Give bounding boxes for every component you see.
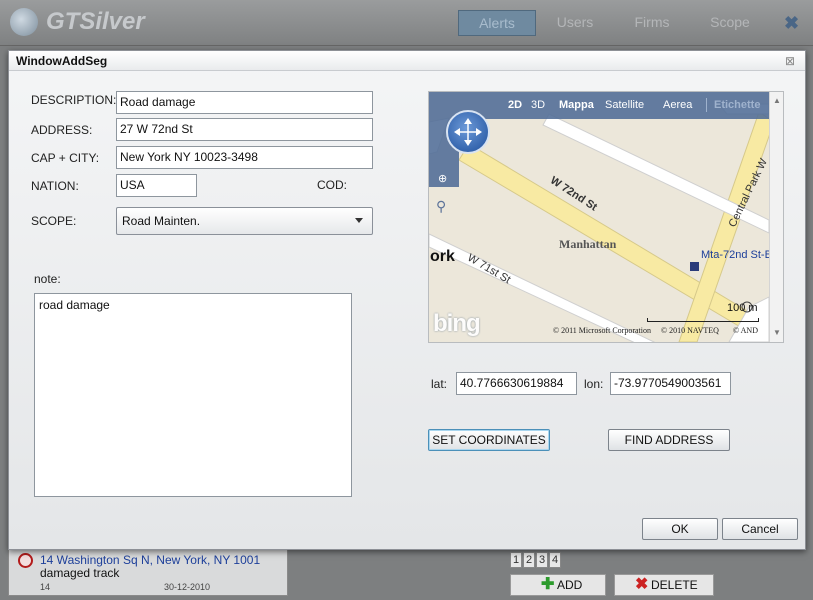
map-search-icon[interactable]: ⚲ [436,198,446,215]
cod-label: COD: [317,178,347,192]
scope-select[interactable]: Road Mainten. [116,207,373,235]
map-scale-label: 100 m [727,302,758,314]
map-option-satellite[interactable]: Satellite [605,99,644,111]
lon-label: lon: [584,377,604,391]
scroll-down-icon[interactable]: ▼ [773,328,781,337]
alert-icon [18,553,33,568]
cap-city-field[interactable]: New York NY 10023-3498 [116,146,373,169]
map-copyright-and: © AND [733,326,758,335]
ok-button[interactable]: OK [642,518,718,540]
plus-icon: ✚ [541,576,555,593]
delete-x-icon: ✖ [635,576,649,593]
lat-label: lat: [431,377,448,391]
nav-alerts[interactable]: Alerts [458,10,536,36]
app-close-icon[interactable]: ✖ [784,13,799,34]
address-label: ADDRESS: [31,123,93,137]
alert-number: 14 [40,582,51,592]
app-title: GTSilver [46,8,145,35]
map-label-manhattan: Manhattan [559,237,617,251]
alert-description: damaged track [40,566,120,580]
cap-city-label: CAP + CITY: [31,151,100,165]
address-field[interactable]: 27 W 72nd St [116,118,373,141]
lon-field[interactable]: -73.9770549003561 [610,372,731,395]
nation-field[interactable]: USA [116,174,197,197]
map-view[interactable]: W 72nd St W 71st St Central Park W Manha… [428,91,784,343]
map-option-mappa[interactable]: Mappa [559,99,594,111]
nation-label: NATION: [31,179,79,193]
map-label-station: Mta-72nd St-B, [701,249,775,261]
nav-firms[interactable]: Firms [622,10,682,36]
chevron-down-icon [355,218,363,223]
description-label: DESCRIPTION: [31,93,117,107]
map-label-york: ork [430,248,455,265]
app-header: GTSilver Alerts Users Firms Scope ✖ [0,0,813,46]
cancel-button[interactable]: Cancel [722,518,798,540]
alert-date: 30-12-2010 [164,582,211,592]
map-option-3d[interactable]: 3D [531,99,545,111]
zoom-in-icon[interactable]: ⊕ [438,172,447,185]
dialog-close-icon[interactable]: ⊠ [785,54,795,68]
map-option-aerea[interactable]: Aerea [663,99,692,111]
map-scrollbar[interactable]: ▲ ▼ [769,92,783,342]
app-logo-icon [10,8,38,36]
find-address-button[interactable]: FIND ADDRESS [608,429,730,451]
delete-button[interactable]: ✖ DELETE [614,574,714,596]
set-coordinates-button[interactable]: SET COORDINATES [428,429,550,451]
map-copyright-microsoft: © 2011 Microsoft Corporation [553,326,651,335]
page-2-button[interactable]: 2 [523,552,535,568]
dialog-titlebar[interactable]: WindowAddSeg ⊠ [9,51,805,71]
page-4-button[interactable]: 4 [549,552,561,568]
bing-logo: bing [433,310,481,337]
map-option-2d[interactable]: 2D [508,99,522,111]
map-option-etichette[interactable]: Etichette [714,99,760,111]
scope-select-value: Road Mainten. [122,214,201,228]
map-copyright-navteq: © 2010 NAVTEQ [661,326,719,335]
note-label: note: [34,272,61,286]
scroll-up-icon[interactable]: ▲ [773,96,781,105]
pager: 1 2 3 4 [510,552,561,568]
map-compass-icon[interactable] [446,110,490,154]
alert-address-link[interactable]: 14 Washington Sq N, New York, NY 1001 [40,553,266,567]
description-field[interactable]: Road damage [116,91,373,114]
compass-arrows-icon [454,118,482,146]
note-textarea[interactable]: road damage [34,293,352,497]
dialog-title: WindowAddSeg [16,54,108,68]
scope-label: SCOPE: [31,214,77,228]
page-3-button[interactable]: 3 [536,552,548,568]
nav-scope[interactable]: Scope [700,10,760,36]
page-1-button[interactable]: 1 [510,552,522,568]
map-toolbar-separator [706,98,707,112]
add-seg-dialog: WindowAddSeg ⊠ DESCRIPTION: Road damage … [8,50,806,550]
nav-users[interactable]: Users [545,10,605,36]
add-button[interactable]: ✚ ADD [510,574,606,596]
map-scale-bar [647,318,759,322]
lat-field[interactable]: 40.7766630619884 [456,372,577,395]
